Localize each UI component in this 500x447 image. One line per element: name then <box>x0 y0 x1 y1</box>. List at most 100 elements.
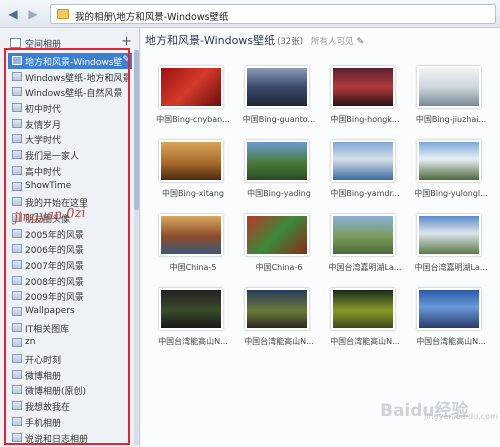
photo-caption[interactable]: 中国Bing-yading <box>239 188 319 199</box>
album-item-label: zn <box>25 337 36 348</box>
album-item[interactable]: 手机相册 <box>8 414 132 430</box>
photo-image[interactable] <box>331 66 395 108</box>
photo-caption[interactable]: 中国台湾能高山N... <box>325 336 405 347</box>
album-item[interactable]: 地方和风景-Windows壁 ✎ <box>8 53 132 69</box>
photo-caption[interactable]: 中国台湾能高山N... <box>153 336 233 347</box>
album-item[interactable]: 微博相册 <box>8 367 132 383</box>
album-item[interactable]: 2009年的风景 <box>8 288 132 304</box>
album-item-label: 开心时刻 <box>25 356 62 367</box>
album-item-label: 初中时代 <box>25 105 62 116</box>
album-icon <box>12 134 22 144</box>
album-item[interactable]: 2007年的风景 <box>8 257 132 273</box>
album-item[interactable]: 高中时代 <box>8 163 132 179</box>
album-item-label: 微博相册 <box>25 371 62 382</box>
album-icon <box>12 197 22 207</box>
album-item[interactable]: Windows壁纸-地方和风景 <box>8 69 132 85</box>
photo-caption[interactable]: 中国Bing-yamdr... <box>325 188 405 199</box>
photo-caption[interactable]: 中国Bing-xitang <box>153 188 233 199</box>
back-arrow-icon[interactable]: ◀ <box>4 5 22 23</box>
album-icon <box>12 181 22 191</box>
album-item[interactable]: ShowTime <box>8 179 132 195</box>
album-item[interactable]: 说说和日志相册 <box>8 430 132 446</box>
album-icon <box>12 322 22 332</box>
album-icon <box>12 71 22 81</box>
album-item[interactable]: Wallpapers <box>8 304 132 320</box>
photo-caption[interactable]: 中国Bing-cnyban... <box>153 114 233 125</box>
album-item[interactable]: Windows壁纸-自然风景 <box>8 84 132 100</box>
album-icon <box>12 244 22 254</box>
photo-image[interactable] <box>331 288 395 330</box>
album-list-header[interactable]: 空间相册 + <box>8 34 132 50</box>
album-item[interactable]: 我想故我在 <box>8 398 132 414</box>
photo-image[interactable] <box>417 140 481 182</box>
photo-image[interactable] <box>417 66 481 108</box>
pencil-icon[interactable]: ✎ <box>357 37 365 47</box>
address-path: 我的相册\地方和风景-Windows壁纸 <box>75 12 229 23</box>
photo-caption[interactable]: 中国Bing-hongk... <box>325 114 405 125</box>
plus-icon[interactable]: + <box>121 34 132 49</box>
album-item-label: 高中时代 <box>25 167 62 178</box>
album-sidebar: 空间相册 + 地方和风景-Windows壁 ✎ Windows壁纸-地方和风景 Win… <box>0 28 140 447</box>
photo-caption[interactable]: 中国台湾嘉明湖La... <box>411 262 491 273</box>
edit-icon[interactable]: ✎ <box>122 55 130 65</box>
album-item[interactable]: 开心时刻 <box>8 351 132 367</box>
forward-icon[interactable]: ▶ <box>24 5 42 23</box>
photo-image[interactable] <box>245 66 309 108</box>
folder-icon <box>57 9 69 19</box>
album-item[interactable]: 2005年的风景 <box>8 226 132 242</box>
album-item[interactable]: 我们是一家人 <box>8 147 132 163</box>
photo-caption[interactable]: 中国台湾能高山N... <box>239 336 319 347</box>
photo-count: (32张) <box>277 37 304 47</box>
photo-caption[interactable]: 中国台湾能高山N... <box>411 336 491 347</box>
album-item[interactable]: 友情岁月 <box>8 116 132 132</box>
photo-image[interactable] <box>245 140 309 182</box>
album-item[interactable]: 初中时代 <box>8 100 132 116</box>
photo-image[interactable] <box>159 288 223 330</box>
album-icon <box>12 307 22 316</box>
album-list-title: 空间相册 <box>25 40 62 50</box>
album-icon <box>12 354 22 364</box>
album-icon <box>12 228 22 238</box>
album-item-label: 2006年的风景 <box>25 246 84 257</box>
photo-caption[interactable]: 中国Bing-jiuzhai... <box>411 114 491 125</box>
sidebar-scrollbar[interactable] <box>134 50 139 445</box>
photo-caption[interactable]: 中国China-5 <box>153 262 233 273</box>
photo-image[interactable] <box>159 66 223 108</box>
address-bar[interactable]: 我的相册\地方和风景-Windows壁纸 <box>50 4 496 24</box>
album-item-label: IT相关图库 <box>25 324 70 335</box>
photo-image[interactable] <box>417 288 481 330</box>
album-item-label: 我们是一家人 <box>25 152 80 163</box>
photo-image[interactable] <box>417 214 481 256</box>
album-item-label: 2005年的风景 <box>25 230 84 241</box>
album-item[interactable]: 2006年的风景 <box>8 241 132 257</box>
visibility-label[interactable]: 所有人可见 <box>311 37 354 47</box>
album-item[interactable]: 大学时代 <box>8 131 132 147</box>
album-item-label: Windows壁纸-地方和风景 <box>25 73 130 84</box>
album-item[interactable]: 2008年的风景 <box>8 273 132 289</box>
album-icon <box>10 38 21 48</box>
album-icon <box>12 56 22 65</box>
album-content: 地方和风景-Windows壁纸 (32张) 所有人可见 ✎ 中国Bing-cnyban… <box>141 28 500 447</box>
album-item[interactable]: zn <box>8 335 132 351</box>
album-item-label: 地方和风景-Windows壁 <box>25 58 123 68</box>
photo-caption[interactable]: 中国Bing-yulongl... <box>411 188 491 199</box>
album-item-label: Windows壁纸-自然风景 <box>25 89 123 100</box>
album-item-label: 大学时代 <box>25 136 62 147</box>
album-icon <box>12 291 22 301</box>
photo-image[interactable] <box>245 214 309 256</box>
album-item-label: 2009年的风景 <box>25 293 84 304</box>
photo-caption[interactable]: 中国台湾嘉明湖La... <box>325 262 405 273</box>
album-item-label: Wallpapers <box>25 306 75 316</box>
photo-image[interactable] <box>331 140 395 182</box>
scrollbar-thumb[interactable] <box>134 50 139 210</box>
album-item-label: ShowTime <box>25 180 72 191</box>
album-icon <box>12 338 22 348</box>
photo-image[interactable] <box>331 214 395 256</box>
photo-image[interactable] <box>159 214 223 256</box>
photo-image[interactable] <box>245 288 309 330</box>
album-item[interactable]: IT相关图库 <box>8 320 132 336</box>
photo-caption[interactable]: 中国China-6 <box>239 262 319 273</box>
album-item[interactable]: 微博相册(原创) <box>8 382 132 398</box>
photo-image[interactable] <box>159 140 223 182</box>
photo-caption[interactable]: 中国Bing-guanto... <box>239 114 319 125</box>
